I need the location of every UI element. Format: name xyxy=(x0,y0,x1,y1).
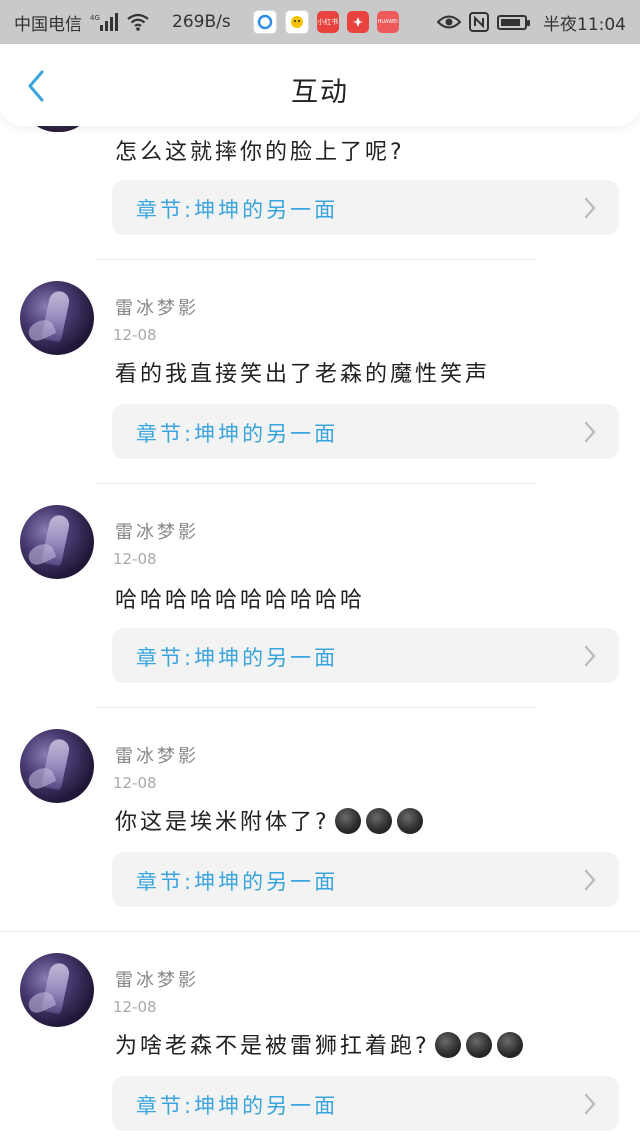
divider xyxy=(96,707,536,708)
avatar[interactable] xyxy=(20,953,94,1027)
xiaohongshu-icon: 小红书 xyxy=(316,11,339,33)
comment-date: 12-08 xyxy=(113,774,157,792)
username[interactable]: 雷冰梦影 xyxy=(115,294,199,320)
comment-text: 为啥老森不是被雷狮扛着跑? xyxy=(115,1034,430,1059)
chapter-label: 章节:坤坤的另一面 xyxy=(136,1094,339,1118)
grin-emoji-icon xyxy=(496,1032,523,1058)
comment-date: 12-08 xyxy=(113,998,157,1016)
page-title: 互动 xyxy=(291,77,349,108)
chapter-link[interactable]: 章节:坤坤的另一面 xyxy=(112,404,619,459)
battery-icon xyxy=(497,14,530,30)
avatar[interactable] xyxy=(20,281,94,355)
qq-browser-icon xyxy=(284,10,309,34)
avatar[interactable] xyxy=(20,505,94,579)
chevron-right-icon xyxy=(584,869,596,891)
chevron-right-icon xyxy=(584,1093,596,1115)
divider xyxy=(96,259,536,260)
chapter-link[interactable]: 章节:坤坤的另一面 xyxy=(112,628,619,683)
chapter-label: 章节:坤坤的另一面 xyxy=(136,646,339,670)
eye-icon xyxy=(437,14,461,30)
chevron-right-icon xyxy=(584,197,596,219)
chapter-link[interactable]: 章节:坤坤的另一面 xyxy=(112,852,619,907)
wifi-icon xyxy=(126,13,150,31)
comment-text: 你这是埃米附体了? xyxy=(115,810,330,835)
grin-emoji-icon xyxy=(334,808,361,834)
divider xyxy=(0,931,640,932)
chapter-label: 章节:坤坤的另一面 xyxy=(136,870,339,894)
username[interactable]: 雷冰梦影 xyxy=(115,518,199,544)
username[interactable]: 雷冰梦影 xyxy=(115,966,199,992)
chapter-link[interactable]: 章节:坤坤的另一面 xyxy=(112,180,619,235)
comment-line: 为啥老森不是被雷狮扛着跑? xyxy=(115,1028,523,1060)
browser-icon xyxy=(252,10,277,34)
huawei-icon xyxy=(346,11,369,33)
comment-feed[interactable]: 怎么这就摔你的脸上了呢? 章节:坤坤的另一面 雷冰梦影 12-08 看的我直接笑… xyxy=(0,126,640,1138)
signal-icon: 4G xyxy=(90,13,118,31)
app-header: 互动 xyxy=(0,44,640,126)
carrier-label: 中国电信 xyxy=(14,14,82,35)
comment-text: 怎么这就摔你的脸上了呢? xyxy=(115,140,405,165)
chapter-label: 章节:坤坤的另一面 xyxy=(136,422,339,446)
clock: 半夜11:04 xyxy=(543,14,626,35)
avatar[interactable] xyxy=(22,126,94,132)
chapter-label: 章节:坤坤的另一面 xyxy=(136,198,339,222)
grin-emoji-icon xyxy=(434,1032,461,1058)
chapter-link[interactable]: 章节:坤坤的另一面 xyxy=(112,1076,619,1131)
grin-emoji-icon xyxy=(465,1032,492,1058)
comment-text: 哈哈哈哈哈哈哈哈哈哈 xyxy=(115,588,366,613)
comment-line: 你这是埃米附体了? xyxy=(115,804,423,836)
network-type-label: 4G xyxy=(90,14,100,22)
chevron-right-icon xyxy=(584,421,596,443)
network-speed: 269B/s xyxy=(172,12,231,32)
nfc-icon xyxy=(469,12,489,32)
comment-date: 12-08 xyxy=(113,550,157,568)
grin-emoji-icon xyxy=(365,808,392,834)
divider xyxy=(96,483,536,484)
huawei-store-icon: HUAWEI xyxy=(376,11,399,33)
comment-text: 看的我直接笑出了老森的魔性笑声 xyxy=(115,362,491,387)
username[interactable]: 雷冰梦影 xyxy=(115,742,199,768)
status-bar-right: 半夜11:04 xyxy=(437,10,626,35)
avatar[interactable] xyxy=(20,729,94,803)
status-bar-left: 中国电信 4G 269B/s 小红书 HUAWEI xyxy=(14,10,399,35)
grin-emoji-icon xyxy=(396,808,423,834)
status-bar: 中国电信 4G 269B/s 小红书 HUAWEI 半夜11:04 xyxy=(0,0,640,44)
comment-date: 12-08 xyxy=(113,326,157,344)
chevron-right-icon xyxy=(584,645,596,667)
